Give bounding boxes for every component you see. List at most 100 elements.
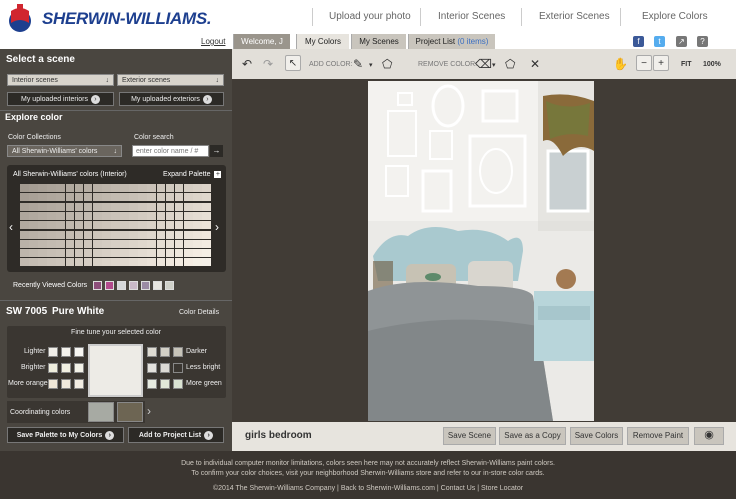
zoom-out-icon[interactable]: − — [636, 55, 652, 71]
palette-swatch[interactable] — [65, 249, 75, 258]
palette-swatch[interactable] — [129, 221, 138, 230]
palette-swatch[interactable] — [29, 193, 38, 202]
palette-swatch[interactable] — [183, 239, 193, 248]
remove-paint-button[interactable]: Remove Paint — [627, 427, 689, 445]
palette-swatch[interactable] — [202, 184, 211, 192]
palette-swatch[interactable] — [129, 249, 138, 258]
nav-explore-colors[interactable]: Explore Colors — [642, 11, 708, 22]
palette-swatch[interactable] — [147, 258, 157, 267]
tab-welcome[interactable]: Welcome, J — [233, 34, 290, 49]
palette-swatch[interactable] — [138, 221, 148, 230]
palette-swatch[interactable] — [183, 211, 193, 220]
palette-swatch[interactable] — [202, 193, 211, 202]
palette-swatch[interactable] — [192, 211, 202, 220]
palette-swatch[interactable] — [192, 221, 202, 230]
coordinating-next-arrow[interactable]: › — [147, 404, 151, 418]
palette-swatch[interactable] — [156, 202, 166, 211]
palette-swatch[interactable] — [65, 193, 75, 202]
palette-swatch[interactable] — [101, 239, 111, 248]
palette-swatch[interactable] — [47, 230, 57, 239]
logout-link[interactable]: Logout — [201, 37, 225, 46]
palette-swatch[interactable] — [138, 211, 148, 220]
contact-us-link[interactable]: Contact Us — [441, 485, 476, 492]
pointer-tool-icon[interactable]: ↖ — [285, 55, 301, 71]
palette-swatch[interactable] — [192, 202, 202, 211]
palette-swatch[interactable] — [38, 258, 47, 267]
palette-swatch[interactable] — [174, 221, 184, 230]
palette-swatch[interactable] — [147, 230, 157, 239]
share-icon[interactable]: ↗ — [676, 36, 687, 47]
save-scene-button[interactable]: Save Scene — [443, 427, 496, 445]
palette-swatch[interactable] — [120, 221, 129, 230]
palette-swatch[interactable] — [20, 202, 29, 211]
save-palette-button[interactable]: Save Palette to My Colors › — [7, 427, 124, 443]
palette-swatch[interactable] — [165, 221, 175, 230]
palette-swatch[interactable] — [83, 193, 93, 202]
palette-swatch[interactable] — [38, 202, 47, 211]
palette-swatch[interactable] — [56, 258, 66, 267]
palette-swatch[interactable] — [147, 239, 157, 248]
palette-swatch[interactable] — [165, 249, 175, 258]
palette-swatch[interactable] — [202, 221, 211, 230]
palette-swatch[interactable] — [65, 239, 75, 248]
palette-swatch[interactable] — [92, 211, 102, 220]
palette-swatch[interactable] — [138, 184, 148, 192]
twitter-icon[interactable]: t — [654, 36, 665, 47]
more-green-chip[interactable] — [173, 379, 183, 389]
palette-swatch[interactable] — [147, 221, 157, 230]
palette-swatch[interactable] — [174, 258, 184, 267]
palette-swatch[interactable] — [83, 230, 93, 239]
palette-swatch[interactable] — [129, 202, 138, 211]
palette-swatch[interactable] — [38, 184, 47, 192]
palette-swatch[interactable] — [202, 239, 211, 248]
palette-swatch[interactable] — [74, 184, 84, 192]
palette-swatch[interactable] — [65, 211, 75, 220]
more-orange-chip[interactable] — [48, 379, 58, 389]
palette-swatch[interactable] — [47, 221, 57, 230]
search-go-button[interactable]: → — [210, 145, 223, 157]
palette-swatch[interactable] — [38, 230, 47, 239]
palette-swatch[interactable] — [83, 239, 93, 248]
palette-swatch[interactable] — [38, 221, 47, 230]
recent-color-swatch[interactable] — [153, 281, 162, 290]
recent-color-swatch[interactable] — [129, 281, 138, 290]
palette-swatch[interactable] — [111, 221, 120, 230]
palette-swatch[interactable] — [120, 202, 129, 211]
palette-swatch[interactable] — [111, 202, 120, 211]
palette-swatch[interactable] — [29, 249, 38, 258]
palette-swatch[interactable] — [56, 184, 66, 192]
palette-swatch[interactable] — [120, 249, 129, 258]
palette-swatch[interactable] — [29, 230, 38, 239]
recent-color-swatch[interactable] — [165, 281, 174, 290]
palette-swatch[interactable] — [174, 193, 184, 202]
palette-swatch[interactable] — [138, 202, 148, 211]
darker-chip[interactable] — [160, 347, 170, 357]
palette-swatch[interactable] — [138, 249, 148, 258]
palette-swatch[interactable] — [92, 221, 102, 230]
eye-icon[interactable]: ◉ — [694, 427, 724, 445]
palette-swatch[interactable] — [174, 184, 184, 192]
palette-swatch[interactable] — [83, 211, 93, 220]
palette-swatch[interactable] — [101, 258, 111, 267]
coordinating-color-swatch[interactable] — [88, 402, 114, 422]
palette-swatch[interactable] — [165, 193, 175, 202]
palette-swatch[interactable] — [147, 249, 157, 258]
palette-swatch[interactable] — [174, 230, 184, 239]
palette-swatch[interactable] — [38, 211, 47, 220]
palette-swatch[interactable] — [120, 193, 129, 202]
palette-swatch[interactable] — [74, 230, 84, 239]
palette-swatch[interactable] — [56, 221, 66, 230]
palette-swatch[interactable] — [202, 258, 211, 267]
palette-swatch[interactable] — [156, 230, 166, 239]
palette-swatch[interactable] — [174, 239, 184, 248]
palette-swatch[interactable] — [183, 184, 193, 192]
palette-swatch[interactable] — [65, 202, 75, 211]
lighter-chip[interactable] — [61, 347, 71, 357]
palette-swatch[interactable] — [92, 230, 102, 239]
expand-palette-button[interactable]: Expand Palette + — [163, 171, 222, 178]
more-orange-chip[interactable] — [74, 379, 84, 389]
palette-swatch[interactable] — [38, 249, 47, 258]
my-uploaded-exteriors-button[interactable]: My uploaded exteriors › — [119, 92, 224, 106]
palette-swatch[interactable] — [192, 239, 202, 248]
brighter-chip[interactable] — [48, 363, 58, 373]
